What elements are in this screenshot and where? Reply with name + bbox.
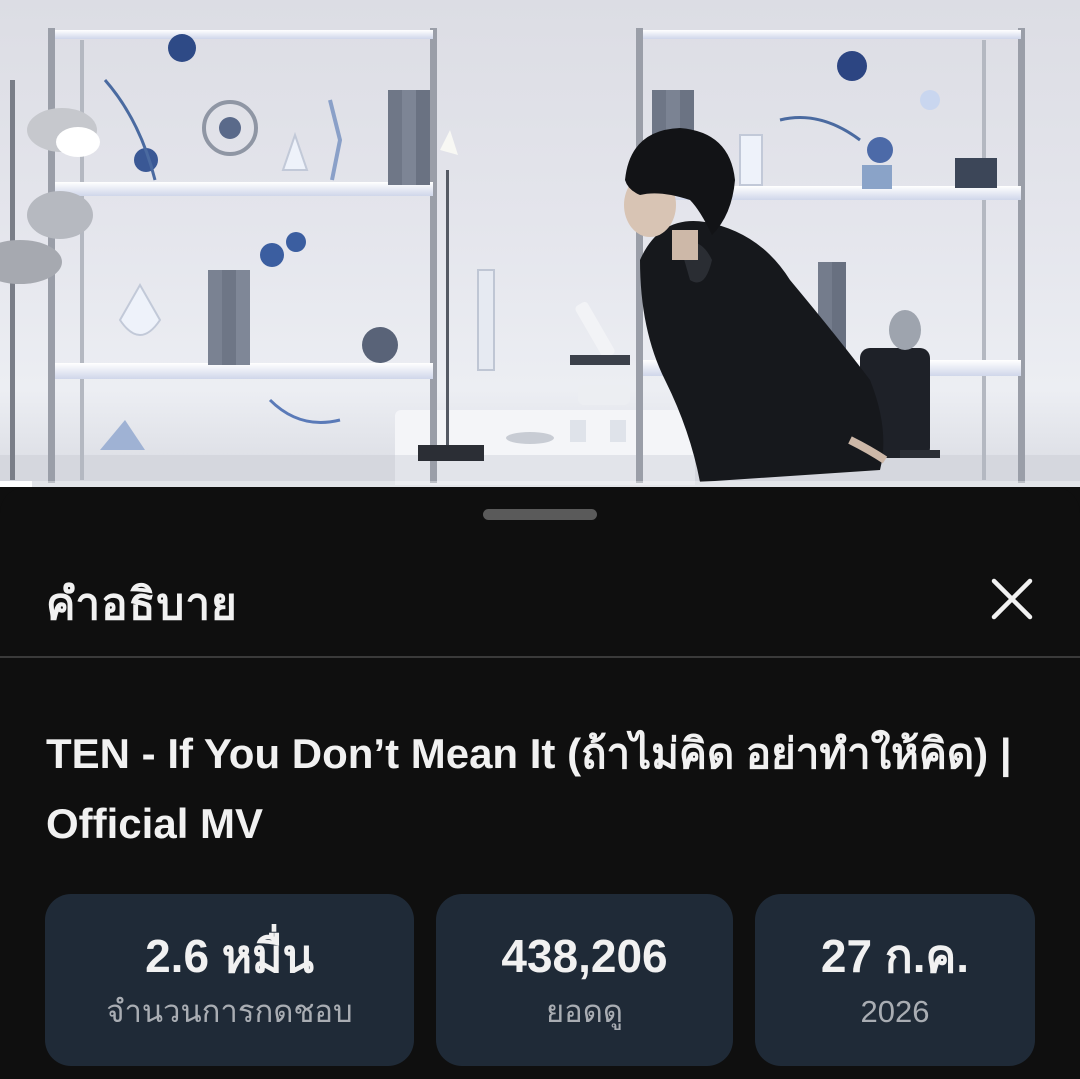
close-button[interactable] [980, 567, 1044, 631]
publish-year: 2026 [860, 994, 930, 1029]
likes-count: 2.6 หมื่น [145, 930, 314, 982]
screen: คำอธิบาย TEN - If You Don’t Mean It (ถ้า… [0, 0, 1080, 1079]
likes-stat: 2.6 หมื่น จำนวนการกดชอบ [45, 894, 414, 1066]
date-stat: 27 ก.ค. 2026 [755, 894, 1035, 1066]
video-frame [0, 28, 1080, 487]
sheet-header: คำอธิบาย [0, 547, 1080, 657]
video-player[interactable] [0, 0, 1080, 487]
stats-row: 2.6 หมื่น จำนวนการกดชอบ 438,206 ยอดดู 27… [0, 894, 1080, 1066]
video-title: TEN - If You Don’t Mean It (ถ้าไม่คิด อย… [46, 730, 1012, 847]
close-icon [991, 578, 1033, 620]
header-divider [0, 656, 1080, 658]
description-sheet: คำอธิบาย TEN - If You Don’t Mean It (ถ้า… [0, 487, 1080, 1079]
publish-date: 27 ก.ค. [820, 930, 970, 982]
views-label: ยอดดู [545, 994, 624, 1029]
sheet-title: คำอธิบาย [46, 580, 238, 629]
likes-label: จำนวนการกดชอบ [106, 994, 353, 1029]
views-stat: 438,206 ยอดดู [436, 894, 733, 1066]
sheet-drag-handle[interactable] [483, 509, 597, 520]
views-count: 438,206 [501, 930, 668, 982]
